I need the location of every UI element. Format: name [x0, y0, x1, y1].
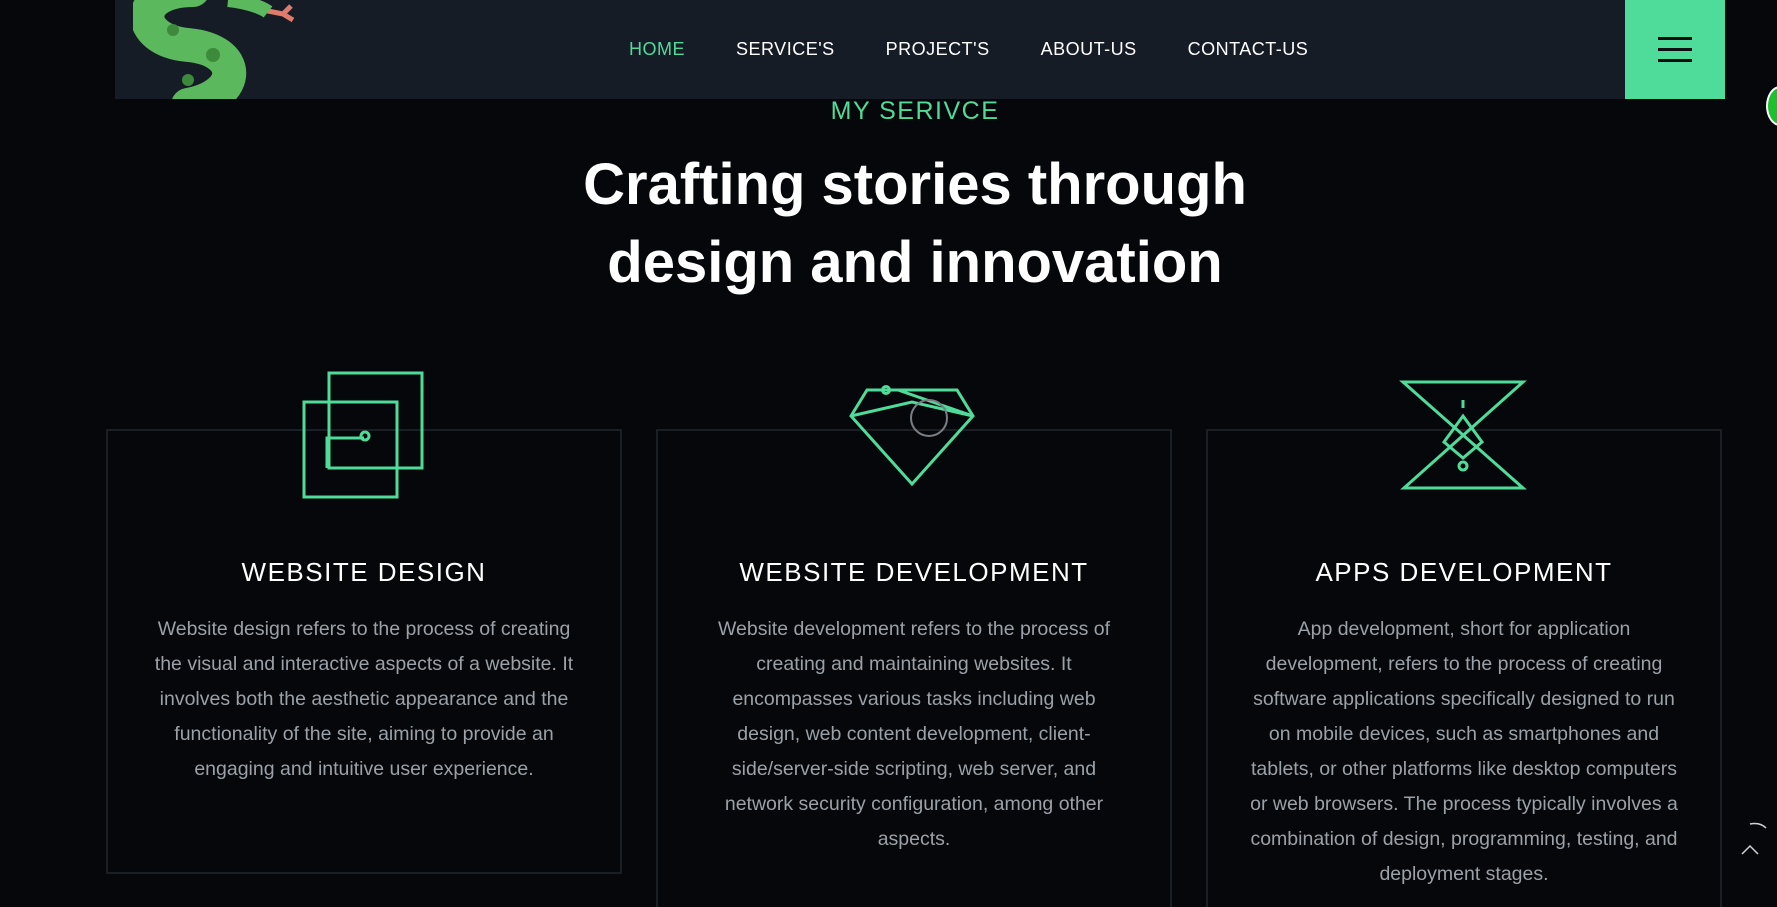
section-headline: Crafting stories through design and inno… [0, 146, 1777, 302]
diamond-icon [844, 370, 984, 500]
service-text-website-design: Website design refers to the process of … [154, 618, 574, 780]
main-nav: HOME SERVICE'S PROJECT'S ABOUT-US CONTAC… [629, 0, 1359, 99]
nav-contact-link[interactable]: CONTACT-US [1188, 39, 1309, 60]
snake-logo-icon[interactable] [133, 0, 333, 99]
service-title-website-design: WEBSITE DESIGN [241, 557, 487, 587]
nav-about-link[interactable]: ABOUT-US [1041, 39, 1137, 60]
nav-projects-link[interactable]: PROJECT'S [886, 39, 990, 60]
scroll-to-top-button[interactable] [1738, 820, 1768, 860]
hourglass-icon [1394, 370, 1534, 500]
nav-services-link[interactable]: SERVICE'S [736, 39, 835, 60]
overlapping-squares-icon [294, 370, 434, 500]
hamburger-icon [1658, 36, 1692, 62]
service-title-apps-development: APPS DEVELOPMENT [1315, 557, 1613, 587]
page: HOME SERVICE'S PROJECT'S ABOUT-US CONTAC… [0, 0, 1777, 907]
headline-line-2: design and innovation [607, 230, 1223, 295]
chevron-up-icon [1741, 822, 1767, 855]
service-title-website-development: WEBSITE DEVELOPMENT [739, 557, 1089, 587]
menu-toggle-button[interactable] [1625, 0, 1725, 99]
site-header: HOME SERVICE'S PROJECT'S ABOUT-US CONTAC… [115, 0, 1725, 99]
service-text-website-development: Website development refers to the proces… [717, 618, 1110, 850]
service-text-apps-development: App development, short for application d… [1250, 618, 1678, 885]
section-eyebrow: MY SERIVCE [830, 97, 1000, 125]
nav-home-link[interactable]: HOME [629, 39, 685, 60]
headline-line-1: Crafting stories through [583, 152, 1247, 217]
